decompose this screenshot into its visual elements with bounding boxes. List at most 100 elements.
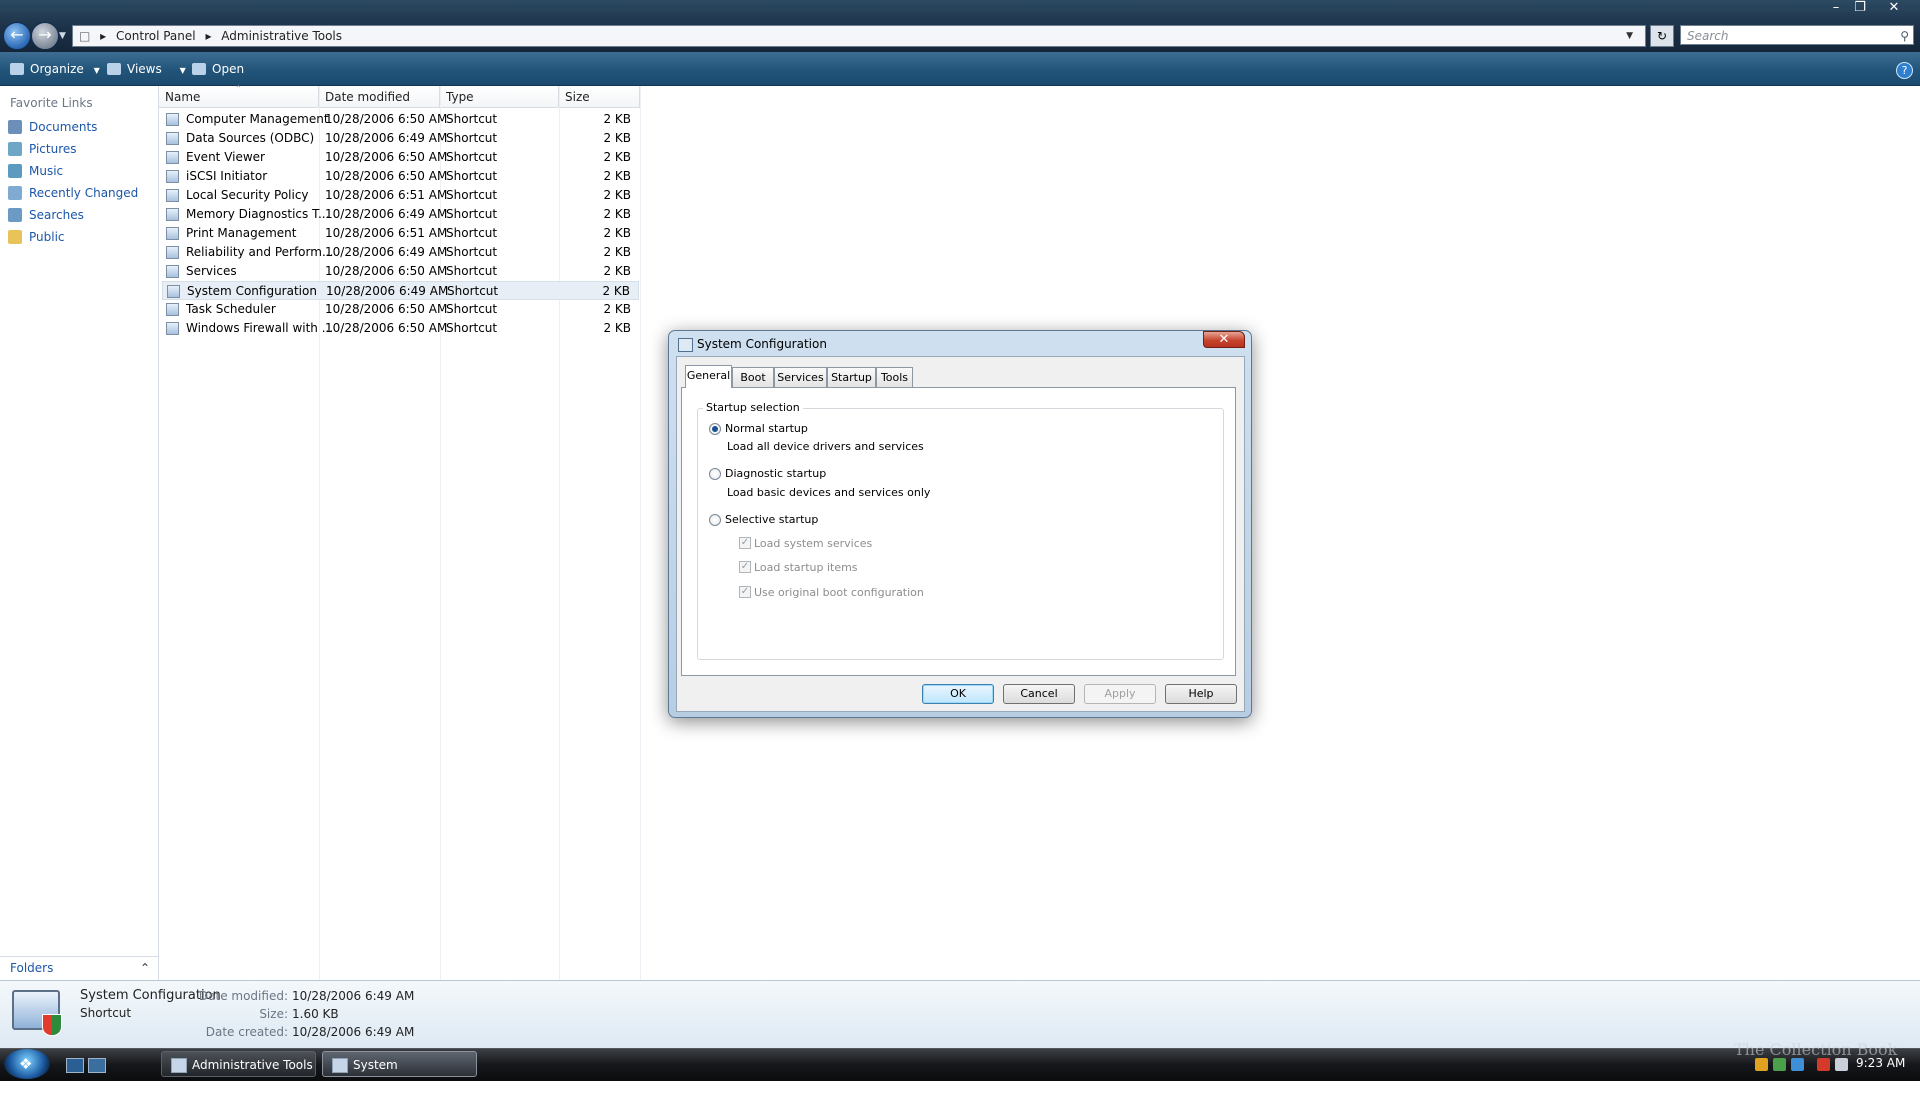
views-label: Views xyxy=(127,62,162,76)
nav-link-public[interactable]: Public xyxy=(8,227,65,247)
tab-boot[interactable]: Boot xyxy=(732,367,774,387)
file-type: Shortcut xyxy=(446,321,498,335)
action-center-icon[interactable] xyxy=(1817,1058,1830,1071)
details-size: 1.60 KB xyxy=(292,1007,339,1021)
recent-pages-dropdown-icon[interactable]: ▼ xyxy=(59,31,66,41)
diagnostic-startup-label[interactable]: Diagnostic startup xyxy=(725,467,826,480)
file-date-modified: 10/28/2006 6:49 AM xyxy=(325,131,448,145)
file-name: iSCSI Initiator xyxy=(186,169,268,183)
breadcrumb-separator-icon[interactable]: ▸ xyxy=(100,29,106,43)
nav-link-searches[interactable]: Searches xyxy=(8,205,84,225)
load-startup-items-checkbox[interactable]: ✓ xyxy=(739,561,751,573)
details-file-kind: Shortcut xyxy=(80,1006,132,1020)
file-row[interactable]: Task Scheduler 10/28/2006 6:50 AM Shortcut… xyxy=(162,300,639,319)
column-header-size[interactable]: Size xyxy=(559,86,640,108)
nav-link-recently-changed[interactable]: Recently Changed xyxy=(8,183,138,203)
shortcut-icon xyxy=(166,151,179,164)
file-row[interactable]: Memory Diagnostics T... 10/28/2006 6:49 A… xyxy=(162,205,639,224)
help-button[interactable]: Help xyxy=(1165,684,1237,704)
address-bar[interactable]: □ ▸ Control Panel ▸ Administrative Tools… xyxy=(72,25,1646,47)
file-row[interactable]: Computer Management 10/28/2006 6:50 AM Sho… xyxy=(162,110,639,129)
nav-link-pictures[interactable]: Pictures xyxy=(8,139,77,159)
file-row[interactable]: Windows Firewall with ... 10/28/2006 6:50… xyxy=(162,319,639,338)
refresh-button[interactable]: ↻ xyxy=(1650,25,1674,47)
switch-windows-icon[interactable] xyxy=(88,1058,106,1073)
clock[interactable]: 9:23 AM xyxy=(1856,1056,1905,1070)
breadcrumb-control-panel[interactable]: Control Panel xyxy=(116,29,196,43)
normal-startup-label[interactable]: Normal startup xyxy=(725,422,808,435)
address-dropdown-icon[interactable]: ▼ xyxy=(1626,26,1633,46)
ok-button[interactable]: OK xyxy=(922,684,994,704)
folders-toggle[interactable]: Folders ⌃ xyxy=(0,956,158,981)
file-size: 2 KB xyxy=(603,188,631,202)
diagnostic-startup-radio[interactable] xyxy=(709,468,721,480)
nav-link-label: Pictures xyxy=(29,142,77,156)
shield-icon xyxy=(42,1014,62,1036)
file-type: Shortcut xyxy=(446,207,498,221)
column-header-type[interactable]: Type xyxy=(440,86,559,108)
public-folder-icon xyxy=(8,230,22,244)
windows-update-icon[interactable] xyxy=(1791,1058,1804,1071)
nav-link-documents[interactable]: Documents xyxy=(8,117,97,137)
chevron-down-icon: ▼ xyxy=(179,66,186,75)
minimize-button[interactable]: – xyxy=(1826,0,1846,18)
selective-startup-radio[interactable] xyxy=(709,514,721,526)
selective-startup-label[interactable]: Selective startup xyxy=(725,513,818,526)
help-icon[interactable]: ? xyxy=(1896,62,1913,79)
volume-icon[interactable] xyxy=(1835,1058,1848,1071)
search-input[interactable]: Search ⚲ xyxy=(1680,25,1914,45)
file-row[interactable]: Data Sources (ODBC) 10/28/2006 6:49 AM Sho… xyxy=(162,129,639,148)
open-button[interactable]: Open xyxy=(192,60,244,78)
file-name: Reliability and Perform... xyxy=(186,245,334,259)
file-row[interactable]: Local Security Policy 10/28/2006 6:51 AM S… xyxy=(162,186,639,205)
show-desktop-icon[interactable] xyxy=(66,1058,84,1073)
file-size: 2 KB xyxy=(603,245,631,259)
load-system-services-checkbox[interactable]: ✓ xyxy=(739,537,751,549)
tab-services[interactable]: Services xyxy=(774,367,827,387)
start-button[interactable]: ❖ xyxy=(4,1049,50,1079)
organize-button[interactable]: Organize ▼ xyxy=(10,60,100,78)
tab-startup[interactable]: Startup xyxy=(827,367,876,387)
column-header-label: Date modified xyxy=(325,90,411,104)
file-type: Shortcut xyxy=(446,188,498,202)
file-row[interactable]: Print Management 10/28/2006 6:51 AM Shortc… xyxy=(162,224,639,243)
column-header-name[interactable]: Name ⌃ xyxy=(159,84,319,108)
normal-startup-description: Load all device drivers and services xyxy=(727,440,924,453)
file-row[interactable]: System Configuration 10/28/2006 6:49 AM Sh… xyxy=(162,281,639,300)
file-size: 2 KB xyxy=(603,169,631,183)
msconfig-icon xyxy=(678,338,693,352)
apply-button[interactable]: Apply xyxy=(1084,684,1156,704)
recently-changed-icon xyxy=(8,186,22,200)
taskbar-button-administrative-tools[interactable]: Administrative Tools xyxy=(161,1051,316,1077)
use-original-boot-configuration-checkbox[interactable]: ✓ xyxy=(739,586,751,598)
back-button[interactable]: ← xyxy=(3,22,31,50)
column-header-date-modified[interactable]: Date modified xyxy=(319,86,440,108)
taskbar-button-system-configuration[interactable]: System Configuration xyxy=(322,1051,477,1098)
views-button[interactable]: Views ▼ xyxy=(107,60,186,78)
security-shield-icon[interactable] xyxy=(1755,1058,1768,1071)
forward-button[interactable]: → xyxy=(31,22,59,50)
search-icon[interactable]: ⚲ xyxy=(1900,26,1909,46)
nav-link-music[interactable]: Music xyxy=(8,161,63,181)
breadcrumb-separator-icon[interactable]: ▸ xyxy=(205,29,211,43)
nav-link-label: Recently Changed xyxy=(29,186,139,200)
file-row[interactable]: iSCSI Initiator 10/28/2006 6:50 AM Shortcu… xyxy=(162,167,639,186)
tab-general[interactable]: General xyxy=(685,365,732,388)
shortcut-icon xyxy=(166,227,179,240)
column-header-label: Size xyxy=(565,90,590,104)
folders-label: Folders xyxy=(10,961,54,975)
maximize-button[interactable]: ❐ xyxy=(1850,0,1870,18)
control-panel-icon: □ xyxy=(79,29,91,43)
file-row[interactable]: Event Viewer 10/28/2006 6:50 AM Shortcut 2 … xyxy=(162,148,639,167)
dialog-close-button[interactable]: ✕ xyxy=(1203,331,1245,348)
file-row[interactable]: Reliability and Perform... 10/28/2006 6:4… xyxy=(162,243,639,262)
cancel-button[interactable]: Cancel xyxy=(1003,684,1075,704)
close-window-button[interactable]: ✕ xyxy=(1874,0,1914,18)
normal-startup-radio[interactable] xyxy=(709,423,721,435)
tab-tools[interactable]: Tools xyxy=(876,367,913,387)
network-icon[interactable] xyxy=(1773,1058,1786,1071)
file-row[interactable]: Services 10/28/2006 6:50 AM Shortcut 2 KB xyxy=(162,262,639,281)
file-type: Shortcut xyxy=(446,245,498,259)
breadcrumb-administrative-tools[interactable]: Administrative Tools xyxy=(221,29,342,43)
column-header-label: Name xyxy=(165,90,201,104)
